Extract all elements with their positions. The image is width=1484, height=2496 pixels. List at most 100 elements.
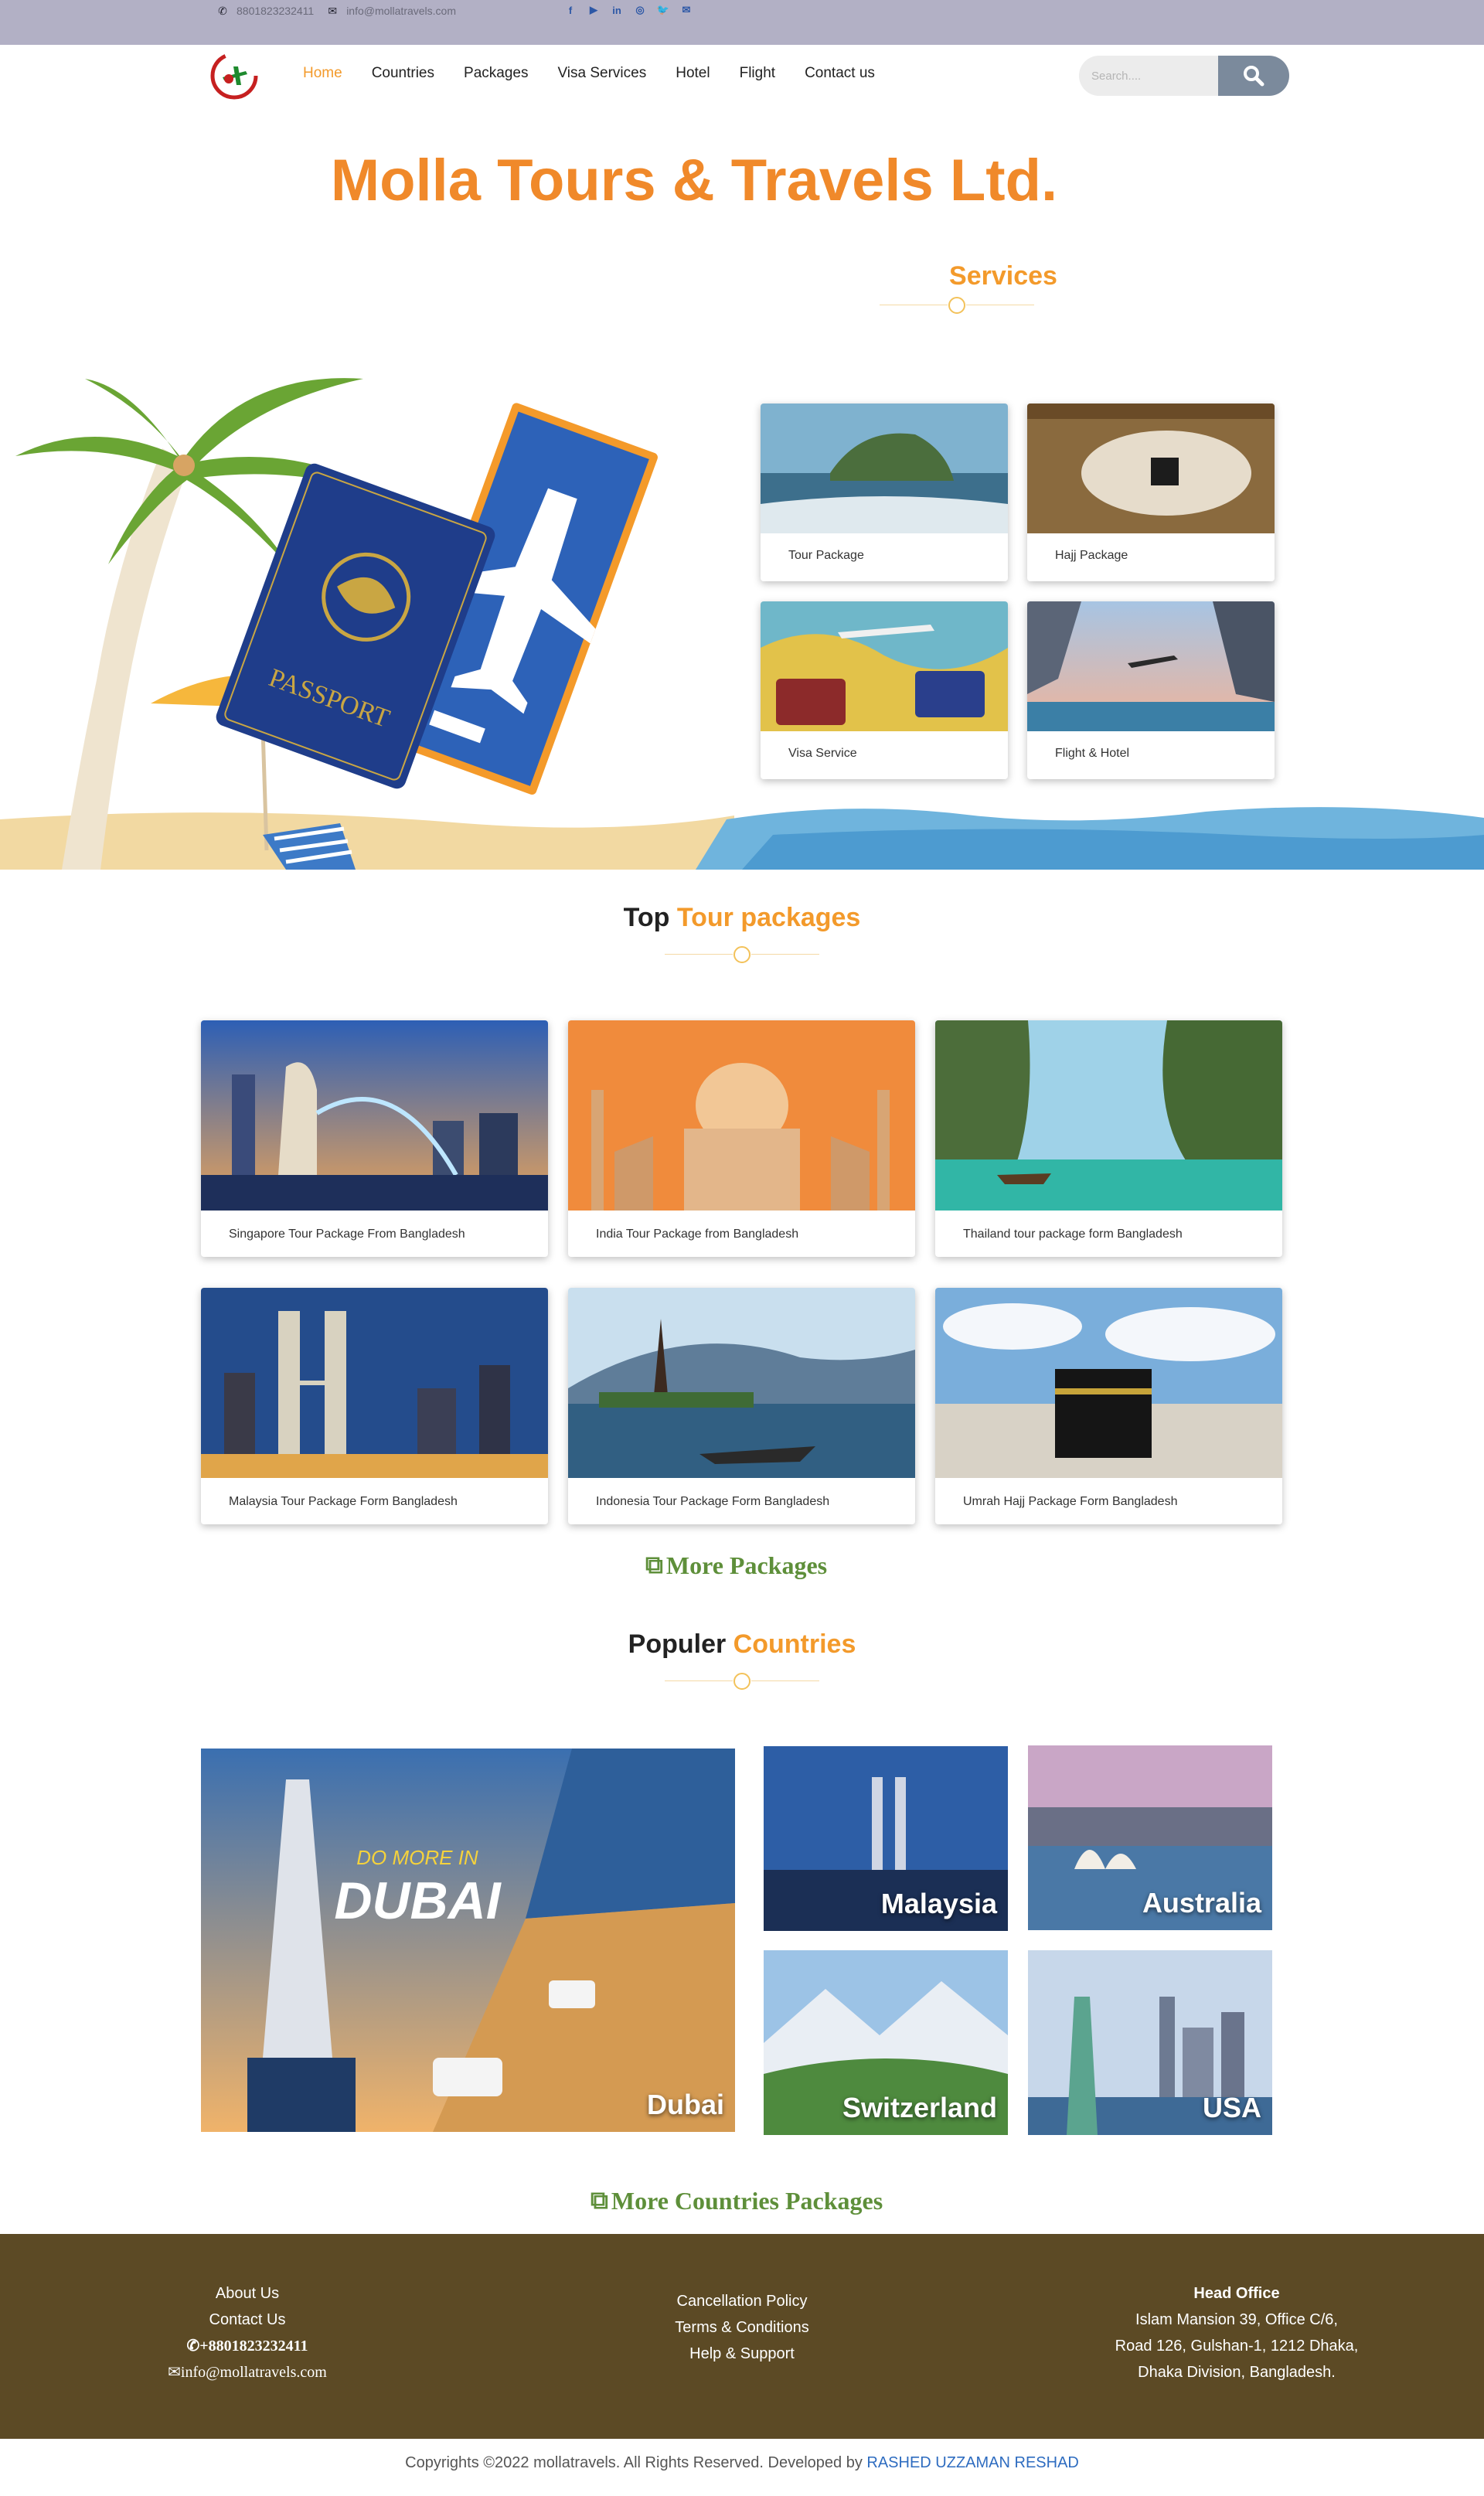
service-card-hajj-package[interactable]: Hajj Package: [1027, 404, 1275, 581]
company-logo[interactable]: [207, 48, 261, 102]
countries-divider: [665, 1673, 819, 1690]
package-card-singapore[interactable]: Singapore Tour Package From Bangladesh: [201, 1020, 548, 1257]
package-card-label: Thailand tour package form Bangladesh: [963, 1228, 1183, 1241]
country-label: USA: [1202, 2092, 1261, 2123]
footer-contact-us[interactable]: Contact Us: [155, 2307, 340, 2333]
footer-links-col: About Us Contact Us ✆+8801823232411 ✉inf…: [155, 2280, 340, 2385]
country-label: Australia: [1142, 1887, 1261, 1919]
twitter-icon[interactable]: 🐦: [657, 3, 669, 17]
nav-hotel[interactable]: Hotel: [676, 65, 710, 82]
service-card-label: Tour Package: [788, 549, 864, 562]
countries-heading: Populer Countries: [628, 1629, 856, 1659]
footer-terms[interactable]: Terms & Conditions: [642, 2314, 842, 2341]
search-box: Search....: [1079, 56, 1289, 96]
nav-contact-us[interactable]: Contact us: [805, 65, 875, 82]
search-icon: [1244, 66, 1264, 87]
svg-text:DUBAI: DUBAI: [334, 1871, 502, 1930]
package-card-label: Umrah Hajj Package Form Bangladesh: [963, 1495, 1178, 1508]
top-contact-bar: ✆ 8801823232411 ✉ info@mollatravels.com …: [0, 0, 1484, 45]
package-card-indonesia[interactable]: Indonesia Tour Package Form Bangladesh: [568, 1288, 915, 1524]
footer-address-line: Road 126, Gulshan-1, 1212 Dhaka,: [1115, 2338, 1359, 2355]
tour-package-image: [761, 404, 1008, 533]
country-card-dubai[interactable]: DO MORE IN DUBAI Dubai: [201, 1749, 735, 2132]
country-card-switzerland[interactable]: Switzerland: [764, 1950, 1008, 2135]
package-card-label: Malaysia Tour Package Form Bangladesh: [229, 1495, 458, 1508]
visa-service-image: [761, 601, 1008, 731]
nav-visa-services[interactable]: Visa Services: [557, 65, 646, 82]
footer-help-support[interactable]: Help & Support: [642, 2341, 842, 2367]
main-navbar: Home Countries Packages Visa Services Ho…: [0, 45, 1484, 107]
nav-countries[interactable]: Countries: [372, 65, 434, 82]
footer-office-col: Head Office Islam Mansion 39, Office C/6…: [1082, 2280, 1391, 2385]
nav-flight[interactable]: Flight: [740, 65, 775, 82]
package-card-umrah-hajj[interactable]: Umrah Hajj Package Form Bangladesh: [935, 1288, 1282, 1524]
package-card-label: Singapore Tour Package From Bangladesh: [229, 1228, 465, 1241]
service-card-label: Flight & Hotel: [1055, 747, 1130, 760]
page-title: Molla Tours & Travels Ltd.: [330, 148, 1058, 213]
instagram-icon[interactable]: ◎: [634, 3, 646, 17]
services-section: PASSPORT Tour Package Hajj Package Visa: [0, 371, 1484, 870]
service-card-tour-package[interactable]: Tour Package: [761, 404, 1008, 581]
package-card-thailand[interactable]: Thailand tour package form Bangladesh: [935, 1020, 1282, 1257]
country-card-usa[interactable]: USA: [1028, 1950, 1272, 2135]
flight-hotel-image: [1027, 601, 1275, 731]
packages-heading: Top Tour packages: [623, 903, 861, 932]
external-link-icon: ⧉: [645, 1551, 663, 1578]
footer-about-us[interactable]: About Us: [155, 2280, 340, 2307]
country-card-malaysia[interactable]: Malaysia: [764, 1746, 1008, 1931]
topbar-phone[interactable]: 8801823232411: [237, 5, 314, 17]
search-button[interactable]: [1218, 56, 1289, 96]
footer-policy-col: Cancellation Policy Terms & Conditions H…: [642, 2288, 842, 2367]
country-label: Switzerland: [842, 2092, 997, 2123]
country-label: Dubai: [646, 2089, 724, 2120]
packages-divider: [665, 946, 819, 963]
package-card-label: India Tour Package from Bangladesh: [596, 1228, 799, 1241]
copyright: Copyrights ©2022 mollatravels. All Right…: [405, 2454, 1079, 2471]
nav-packages[interactable]: Packages: [464, 65, 528, 82]
footer-phone[interactable]: ✆+8801823232411: [155, 2333, 340, 2359]
phone-icon: ✆: [218, 4, 227, 17]
nav-home[interactable]: Home: [303, 65, 342, 82]
external-link-icon: ⧉: [591, 2186, 608, 2214]
package-card-malaysia[interactable]: Malaysia Tour Package Form Bangladesh: [201, 1288, 548, 1524]
service-card-label: Hajj Package: [1055, 549, 1128, 562]
service-card-visa-service[interactable]: Visa Service: [761, 601, 1008, 779]
more-countries-link[interactable]: ⧉ More Countries Packages: [591, 2186, 883, 2215]
services-divider: [880, 297, 1034, 314]
phone-icon: ✆: [186, 2338, 200, 2355]
svg-text:DO MORE IN: DO MORE IN: [356, 1846, 478, 1869]
umrah-hajj-image: [935, 1288, 1282, 1478]
malaysia-image: [201, 1288, 548, 1478]
mail-icon[interactable]: ✉: [680, 3, 693, 17]
thailand-image: [935, 1020, 1282, 1211]
indonesia-image: [568, 1288, 915, 1478]
developer-link[interactable]: RASHED UZZAMAN RESHAD: [866, 2454, 1078, 2471]
footer-cancellation-policy[interactable]: Cancellation Policy: [642, 2288, 842, 2314]
footer-email[interactable]: ✉info@mollatravels.com: [155, 2359, 340, 2385]
package-card-india[interactable]: India Tour Package from Bangladesh: [568, 1020, 915, 1257]
service-card-label: Visa Service: [788, 747, 857, 760]
envelope-icon: ✉: [328, 4, 338, 17]
more-packages-link[interactable]: ⧉ More Packages: [645, 1551, 827, 1580]
footer-address-line: Dhaka Division, Bangladesh.: [1138, 2364, 1336, 2381]
country-label: Malaysia: [880, 1888, 997, 1919]
footer: About Us Contact Us ✆+8801823232411 ✉inf…: [0, 2234, 1484, 2439]
hajj-package-image: [1027, 404, 1275, 533]
singapore-image: [201, 1020, 548, 1211]
envelope-icon: ✉: [168, 2364, 181, 2381]
dubai-image: DO MORE IN DUBAI: [201, 1749, 735, 2132]
search-input[interactable]: Search....: [1079, 56, 1218, 96]
country-card-australia[interactable]: Australia: [1028, 1745, 1272, 1930]
youtube-icon[interactable]: ▶: [587, 3, 600, 17]
package-card-label: Indonesia Tour Package Form Bangladesh: [596, 1495, 830, 1508]
facebook-icon[interactable]: f: [564, 3, 577, 17]
linkedin-icon[interactable]: in: [611, 3, 623, 17]
topbar-email[interactable]: info@mollatravels.com: [346, 5, 456, 17]
services-heading: Services: [949, 261, 1057, 291]
nav-menu: Home Countries Packages Visa Services Ho…: [303, 65, 904, 82]
footer-address-line: Islam Mansion 39, Office C/6,: [1135, 2311, 1338, 2328]
service-card-flight-hotel[interactable]: Flight & Hotel: [1027, 601, 1275, 779]
social-links: f ▶ in ◎ 🐦 ✉: [564, 3, 693, 17]
footer-head-office-title: Head Office: [1193, 2285, 1280, 2302]
india-image: [568, 1020, 915, 1211]
